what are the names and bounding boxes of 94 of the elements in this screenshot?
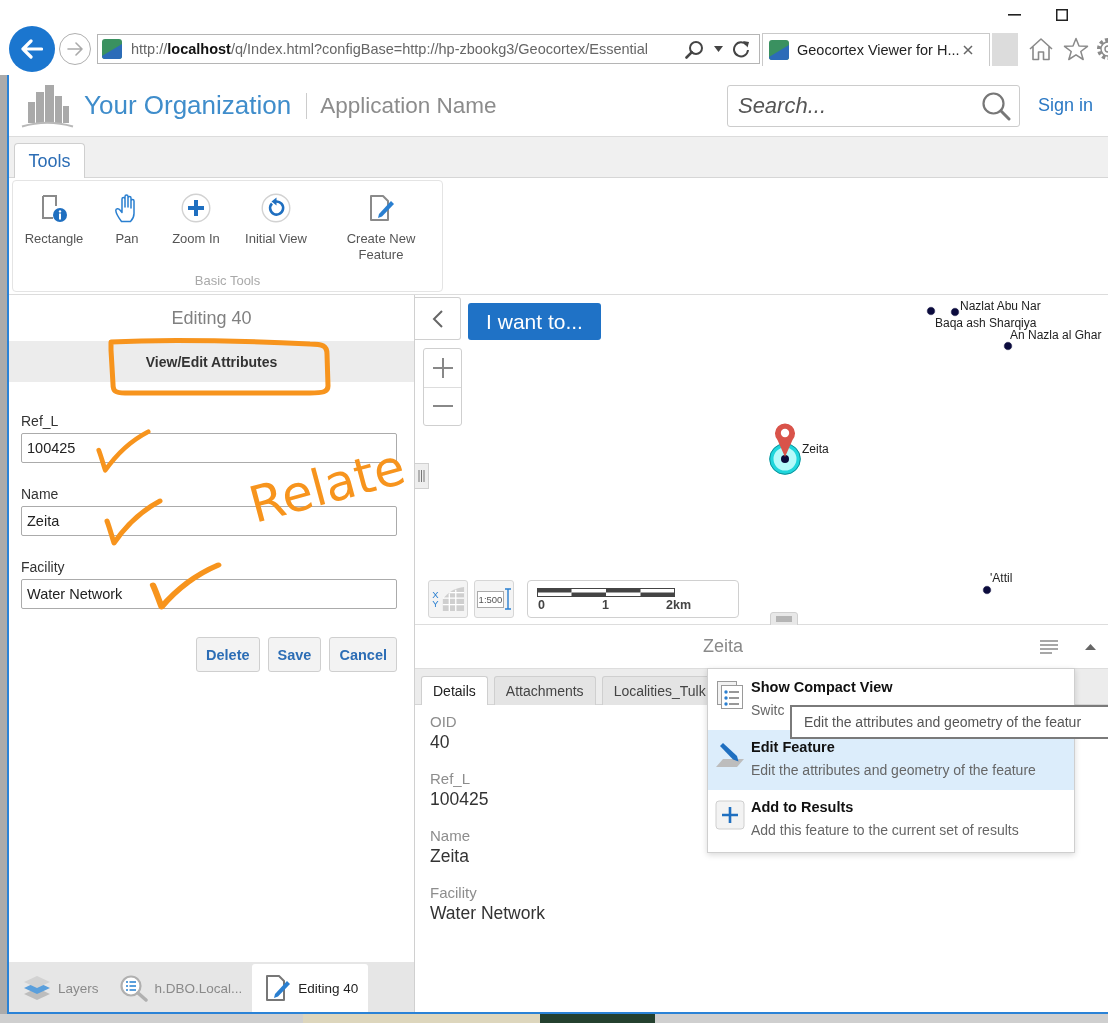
bracket-icon bbox=[505, 588, 512, 610]
menu-item-description: Add this feature to the current set of results bbox=[751, 821, 1019, 840]
address-bar[interactable]: http://localhost/q/Index.html?configBase=http://hp-zbookg3/Geocortex/Essential bbox=[97, 34, 760, 64]
attribute-label: Facility bbox=[430, 884, 477, 902]
panel-title: Editing 40 bbox=[171, 308, 252, 328]
initial-view-button[interactable]: Initial View bbox=[229, 193, 323, 247]
grid-icon bbox=[441, 586, 466, 612]
location-pin-icon bbox=[774, 423, 796, 457]
attribute-value: Water Network bbox=[430, 902, 546, 924]
scale-label: 0 bbox=[538, 598, 545, 613]
point-marker-icon[interactable] bbox=[926, 306, 936, 316]
menu-item-description: Edit the attributes and geometry of the feature bbox=[751, 761, 1036, 780]
caret-up-icon[interactable] bbox=[1085, 643, 1096, 650]
grip-icon bbox=[776, 616, 792, 622]
sign-in-link[interactable]: Sign in bbox=[1037, 95, 1093, 116]
attribute-value: 100425 bbox=[430, 788, 489, 810]
search-icon[interactable] bbox=[685, 39, 704, 59]
site-icon bbox=[769, 39, 789, 60]
search-list-icon bbox=[118, 974, 149, 1002]
url-text: http://localhost/q/Index.html?configBase=http://hp-zbookg3/Geocortex/Essential bbox=[131, 41, 649, 57]
options-menu-icon[interactable] bbox=[1040, 639, 1058, 654]
i-want-to-button[interactable]: I want to... bbox=[468, 303, 601, 340]
refresh-icon[interactable] bbox=[732, 40, 750, 58]
map-canvas[interactable]: I want to... Nazlat Abu Nar Baqa ash Sharqiya An Nazla al Ghar Zeita 'Attil XY 1:500 0 1 2km bbox=[415, 295, 1108, 625]
place-label: Zeita bbox=[802, 442, 829, 456]
field-label: Ref_L bbox=[21, 412, 59, 431]
grip-icon bbox=[418, 470, 425, 482]
minimize-icon[interactable] bbox=[1008, 14, 1021, 16]
scale-label: 1 bbox=[602, 598, 609, 613]
plus-icon bbox=[715, 800, 745, 830]
field-label: Name bbox=[21, 485, 59, 504]
layers-icon bbox=[22, 974, 52, 1002]
tooltip: Edit the attributes and geometry of the featur bbox=[790, 705, 1108, 739]
arrow-left-icon bbox=[21, 39, 43, 59]
details-tab[interactable]: Attachments bbox=[493, 676, 596, 705]
star-icon[interactable] bbox=[1063, 37, 1089, 61]
attribute-value: Zeita bbox=[430, 845, 469, 867]
search-icon[interactable] bbox=[980, 90, 1011, 121]
place-label: Nazlat Abu Nar bbox=[960, 299, 1041, 313]
zoom-in-button[interactable]: Zoom In bbox=[163, 193, 229, 247]
ribbon-tab[interactable]: Tools bbox=[14, 143, 85, 178]
close-icon[interactable] bbox=[963, 44, 973, 55]
arrow-right-icon bbox=[67, 42, 83, 56]
organization-name: Your Organization bbox=[84, 90, 292, 121]
field-label: Facility bbox=[21, 558, 65, 577]
coordinates-button[interactable]: XY bbox=[428, 580, 468, 618]
menu-item-title: Edit Feature bbox=[751, 738, 835, 757]
place-label: An Nazla al Ghar bbox=[1010, 328, 1102, 342]
scale-label: 2km bbox=[666, 598, 692, 613]
search-field[interactable]: Search... bbox=[726, 84, 1020, 127]
menu-item[interactable]: Add to Results Add this feature to the current set of results bbox=[708, 790, 1074, 850]
plus-circle-icon bbox=[181, 193, 211, 223]
cancel-button[interactable]: Cancel bbox=[329, 637, 397, 672]
plus-icon bbox=[432, 357, 453, 378]
pencil-icon bbox=[715, 740, 745, 770]
attribute-label: Ref_L bbox=[430, 770, 471, 788]
section-title[interactable]: View/Edit Attributes bbox=[145, 353, 278, 370]
resize-handle[interactable] bbox=[770, 612, 798, 626]
panel-tab[interactable]: Editing 40 bbox=[252, 964, 369, 1012]
buildings-logo-icon bbox=[20, 83, 75, 128]
site-icon bbox=[102, 39, 122, 59]
browser-tab[interactable]: Geocortex Viewer for H... bbox=[762, 32, 990, 66]
scale-button[interactable]: 1:500 bbox=[474, 580, 514, 618]
caret-down-icon[interactable] bbox=[714, 46, 723, 52]
application-name: Application Name bbox=[320, 92, 497, 119]
back-button[interactable] bbox=[9, 26, 55, 72]
rectangle-select-button[interactable]: Rectangle bbox=[17, 193, 91, 247]
point-marker-icon[interactable] bbox=[1003, 341, 1013, 351]
group-title: Basic Tools bbox=[194, 273, 261, 288]
place-label: Baqa ash Sharqiya bbox=[935, 316, 1037, 330]
menu-item-description: Switc bbox=[751, 701, 785, 720]
details-tab[interactable]: Details bbox=[421, 676, 488, 705]
pan-button[interactable]: Pan bbox=[91, 193, 163, 247]
list-document-icon bbox=[715, 680, 745, 710]
attribute-label: Name bbox=[430, 827, 470, 845]
attribute-label: OID bbox=[430, 713, 457, 731]
minus-icon bbox=[432, 405, 453, 408]
save-button[interactable]: Save bbox=[267, 637, 322, 672]
menu-item-title: Show Compact View bbox=[751, 678, 893, 697]
maximize-icon[interactable] bbox=[1056, 9, 1068, 21]
home-icon[interactable] bbox=[1028, 37, 1054, 61]
chevron-left-icon bbox=[431, 308, 444, 329]
collapse-button[interactable] bbox=[415, 297, 461, 340]
details-title: Zeita bbox=[703, 636, 743, 656]
info-rectangle-icon bbox=[39, 193, 69, 223]
place-label: 'Attil bbox=[990, 571, 1013, 585]
attribute-value: 40 bbox=[430, 731, 450, 753]
menu-item-title: Add to Results bbox=[751, 798, 854, 817]
delete-button[interactable]: Delete bbox=[196, 637, 260, 672]
point-marker-icon[interactable] bbox=[982, 585, 992, 595]
side-panel-handle[interactable] bbox=[415, 463, 429, 489]
text-input[interactable]: Water Network bbox=[21, 579, 397, 609]
point-marker-icon[interactable] bbox=[950, 307, 960, 317]
create-feature-button[interactable]: Create New Feature bbox=[323, 193, 439, 263]
